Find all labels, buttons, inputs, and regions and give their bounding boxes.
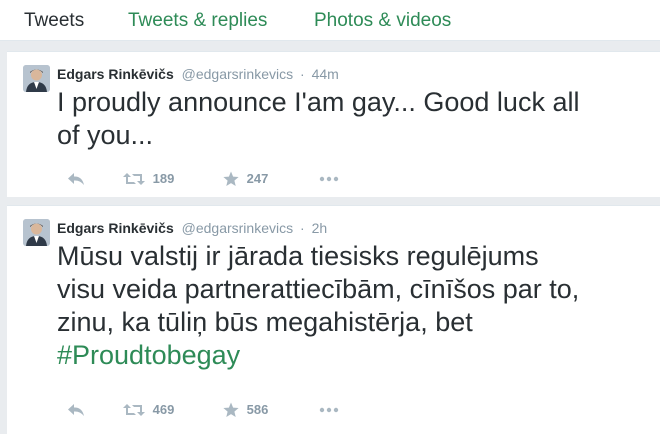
separator-dot: ·: [300, 220, 305, 236]
author-handle[interactable]: @edgarsrinkevics: [182, 220, 293, 236]
tweet-timestamp[interactable]: 44m: [312, 66, 339, 82]
retweet-count: 469: [152, 401, 175, 417]
tweet-header: Edgars Rinkēvičs @edgarsrinkevics · 2h: [57, 219, 327, 237]
profile-tabs: Tweets Tweets & replies Photos & videos: [0, 0, 660, 41]
tab-tweets[interactable]: Tweets: [24, 10, 84, 32]
tab-tweets-and-replies[interactable]: Tweets & replies: [128, 10, 267, 32]
favorite-count: 247: [246, 170, 269, 186]
retweet-icon: [123, 172, 145, 185]
tab-photos-and-videos[interactable]: Photos & videos: [314, 10, 451, 32]
retweet-button[interactable]: 189: [123, 168, 174, 188]
retweet-count: 189: [152, 170, 175, 186]
tweet-text-line: visu veida partnerattiecībām, cīnīšos pa…: [57, 274, 580, 304]
avatar[interactable]: [23, 65, 50, 92]
tweet-header: Edgars Rinkēvičs @edgarsrinkevics · 44m: [57, 65, 339, 83]
tweet[interactable]: Edgars Rinkēvičs @edgarsrinkevics · 44m …: [7, 51, 660, 197]
star-icon: [223, 171, 239, 186]
tweet-text-line: of you...: [57, 120, 154, 150]
separator-dot: ·: [300, 66, 305, 82]
star-icon: [223, 402, 239, 417]
tweet-text-line: Mūsu valstij ir jārada tiesisks regulēju…: [57, 241, 539, 271]
reply-icon: [68, 172, 84, 185]
more-dots-icon: [319, 176, 339, 181]
favorite-count: 586: [246, 401, 269, 417]
hashtag-link[interactable]: #Proudtobegay: [57, 339, 652, 372]
tweet[interactable]: Edgars Rinkēvičs @edgarsrinkevics · 2h M…: [7, 205, 660, 434]
tweet-text-line: I proudly announce I'am gay... Good luck…: [57, 87, 580, 117]
more-button[interactable]: [319, 168, 339, 188]
retweet-button[interactable]: 469: [123, 399, 174, 419]
retweet-icon: [123, 403, 145, 416]
reply-button[interactable]: [67, 168, 85, 188]
tweet-text: I proudly announce I'am gay... Good luck…: [57, 86, 652, 152]
reply-icon: [68, 403, 84, 416]
more-dots-icon: [319, 407, 339, 412]
favorite-button[interactable]: 586: [223, 399, 268, 419]
tweet-text: Mūsu valstij ir jārada tiesisks regulēju…: [57, 240, 652, 372]
avatar[interactable]: [23, 219, 50, 246]
tweet-timestamp[interactable]: 2h: [312, 220, 328, 236]
author-name[interactable]: Edgars Rinkēvičs: [57, 66, 174, 82]
reply-button[interactable]: [67, 399, 85, 419]
author-handle[interactable]: @edgarsrinkevics: [182, 66, 293, 82]
favorite-button[interactable]: 247: [223, 168, 268, 188]
author-name[interactable]: Edgars Rinkēvičs: [57, 220, 174, 236]
more-button[interactable]: [319, 399, 339, 419]
tweet-text-line: zinu, ka tūliņ būs megahistērja, bet: [57, 307, 473, 337]
